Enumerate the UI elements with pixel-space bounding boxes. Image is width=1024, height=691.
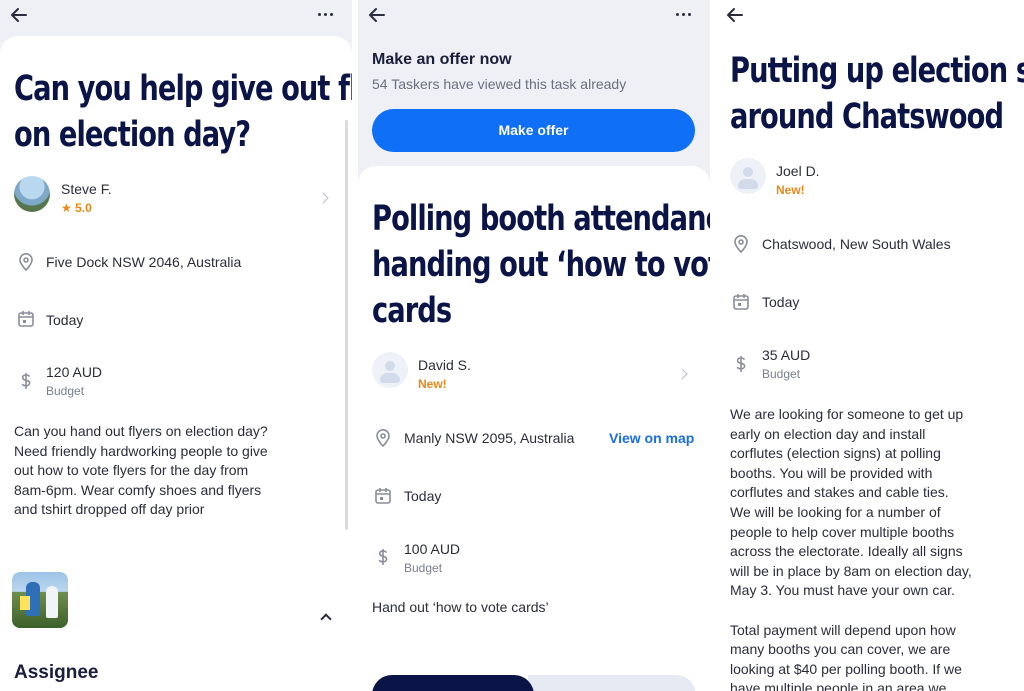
avatar[interactable] — [14, 176, 50, 212]
dollar-icon — [736, 356, 746, 372]
arrow-left-icon[interactable] — [724, 4, 746, 26]
assignee-heading: Assignee — [14, 662, 99, 683]
description-line: corflutes and stakes and cable ties. — [730, 484, 949, 501]
task-title-line: cards — [372, 291, 452, 331]
screen-polling-booth-task: Make an offer now 54 Taskers have viewed… — [358, 0, 710, 691]
description-line: early on election day and install — [730, 425, 926, 442]
location-pin-icon — [734, 235, 748, 254]
avatar[interactable] — [730, 158, 766, 194]
arrow-left-icon[interactable] — [366, 4, 388, 26]
top-bar — [714, 0, 1024, 34]
more-dots-icon[interactable] — [316, 6, 336, 22]
poster-name[interactable]: Joel D. — [776, 163, 820, 179]
task-title: Can you help give out flyers on election… — [14, 66, 352, 158]
calendar-icon — [18, 311, 34, 327]
more-dots-icon[interactable] — [674, 6, 694, 22]
budget-amount: 35 AUD — [762, 347, 811, 363]
calendar-icon — [733, 294, 749, 310]
description-line: across the electorate. Ideally all signs — [730, 543, 963, 560]
location-pin-icon — [19, 253, 33, 272]
description-line: Total payment will depend upon how — [730, 621, 956, 638]
budget-label: Budget — [46, 384, 85, 398]
task-title-line: on election day? — [14, 115, 251, 155]
task-description: Can you hand out flyers on election day?… — [14, 423, 268, 518]
top-bar — [358, 0, 710, 34]
location-text: Manly NSW 2095, Australia — [404, 430, 575, 446]
tab-secondary[interactable] — [528, 675, 696, 691]
poster-name[interactable]: David S. — [418, 357, 471, 373]
scrollbar[interactable] — [345, 120, 348, 530]
arrow-left-icon[interactable] — [8, 4, 30, 26]
location-pin-icon — [376, 429, 390, 448]
task-sheet: Can you help give out flyers on election… — [0, 36, 352, 691]
calendar-icon — [375, 488, 391, 504]
budget-label: Budget — [762, 367, 801, 381]
description-line: have multiple people in an area we — [730, 680, 947, 691]
location-text: Chatswood, New South Wales — [762, 236, 951, 252]
chevron-up-icon[interactable] — [320, 613, 332, 625]
poster-rating: ★ 5.0 — [61, 201, 92, 215]
description-line: booths. You will be provided with — [730, 464, 933, 481]
make-offer-button[interactable]: Make offer — [372, 109, 695, 152]
description-line: May 3. You must have your own car. — [730, 582, 955, 599]
new-badge: New! — [776, 183, 805, 197]
description-line: many booths you can cover, we are — [730, 641, 951, 658]
task-photo-thumbnail[interactable] — [12, 572, 68, 628]
location-text: Five Dock NSW 2046, Australia — [46, 254, 242, 270]
chevron-right-icon[interactable] — [676, 368, 688, 380]
offer-heading: Make an offer now — [372, 51, 512, 68]
description-line: We are looking for someone to get up — [730, 406, 964, 422]
task-sheet: Polling booth attendance– handing out ‘h… — [358, 166, 710, 691]
task-title: Putting up election signs around Chatswo… — [730, 48, 1024, 140]
description-line: will be in place by 8am on election day, — [730, 562, 972, 579]
poster-name[interactable]: Steve F. — [61, 181, 112, 197]
budget-label: Budget — [404, 561, 443, 575]
screen-flyers-task: Can you help give out flyers on election… — [0, 0, 352, 691]
new-badge: New! — [418, 377, 447, 391]
budget-amount: 120 AUD — [46, 364, 103, 380]
dollar-icon — [378, 549, 388, 565]
date-text: Today — [762, 294, 800, 310]
dollar-icon — [21, 373, 31, 389]
description-line: looking at $40 per polling booth. If we — [730, 660, 962, 677]
top-bar — [0, 0, 352, 34]
task-title-line: Polling booth attendance– — [372, 199, 710, 239]
description-line: We will be looking for a number of — [730, 503, 941, 520]
task-title-line: around Chatswood — [730, 97, 1004, 137]
task-title: Polling booth attendance– handing out ‘h… — [372, 196, 710, 334]
description-line: corflutes (election signs) at polling — [730, 445, 941, 462]
task-description: We are looking for someone to get up ear… — [730, 405, 1024, 691]
task-title-line: handing out ‘how to vote’ — [372, 245, 710, 285]
date-text: Today — [46, 312, 84, 328]
view-on-map-link[interactable]: View on map — [609, 430, 694, 446]
description-line: people to help cover multiple booths — [730, 523, 955, 540]
task-description: Hand out ‘how to vote cards’ — [372, 599, 549, 615]
tab-primary[interactable] — [372, 675, 534, 691]
budget-amount: 100 AUD — [404, 541, 461, 557]
chevron-right-icon[interactable] — [317, 192, 329, 204]
task-title-line: Putting up election signs — [730, 51, 1024, 91]
screen-election-signs-task: Putting up election signs around Chatswo… — [714, 0, 1024, 691]
date-text: Today — [404, 488, 442, 504]
avatar[interactable] — [372, 352, 408, 388]
viewed-count-text: 54 Taskers have viewed this task already — [372, 76, 627, 92]
task-title-line: Can you help give out flyers — [14, 69, 352, 109]
